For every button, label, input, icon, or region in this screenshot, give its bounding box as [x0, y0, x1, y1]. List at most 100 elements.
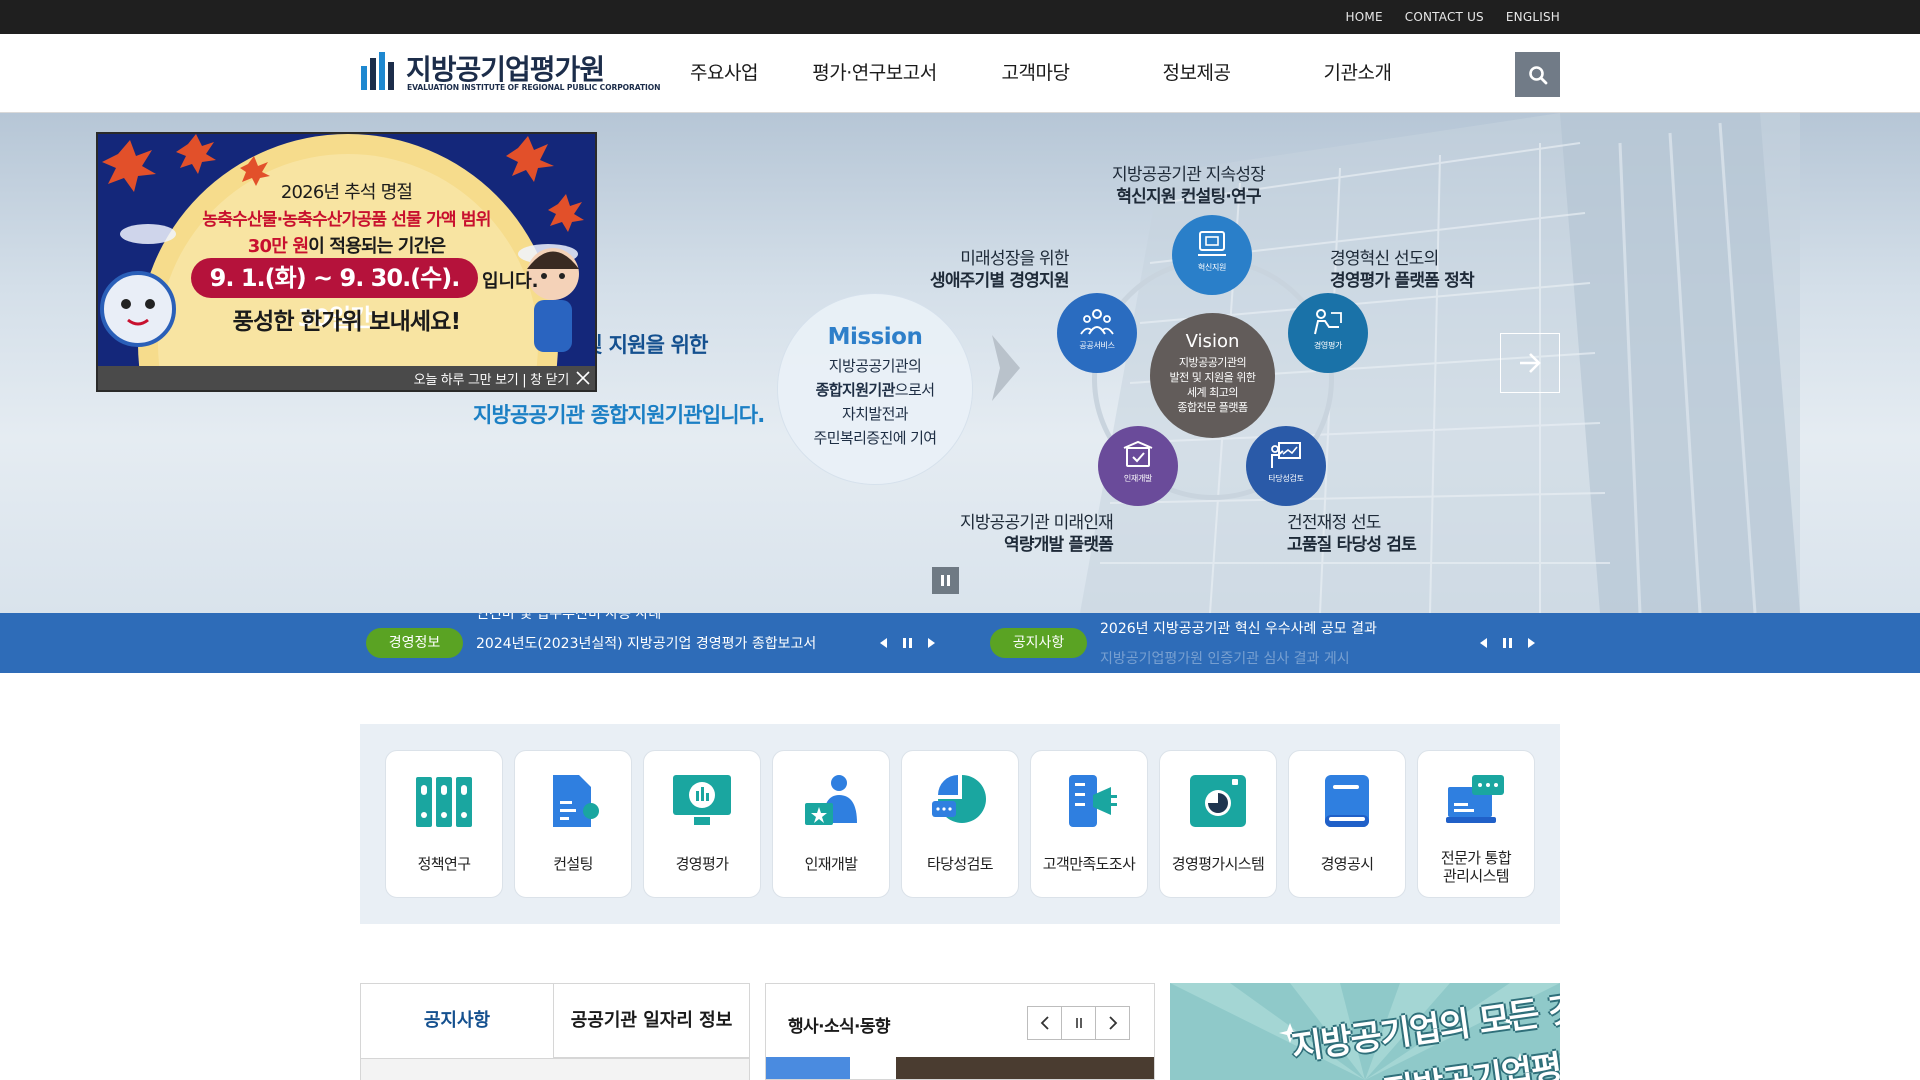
quick-expert-system[interactable]: 전문가 통합 관리시스템 [1417, 750, 1535, 898]
events-panel: 행사·소식·동향 [765, 983, 1155, 1080]
notice-badge[interactable]: 공지사항 [990, 628, 1087, 658]
management-info-badge[interactable]: 경영정보 [366, 628, 463, 658]
tab-notice[interactable]: 공지사항 [361, 984, 554, 1058]
quick-satisfaction-survey[interactable]: 고객만족도조사 [1030, 750, 1148, 898]
nav-main-business[interactable]: 주요사업 [690, 34, 794, 113]
management-info-ticker: 인건비 및 업무추진비 사용 사례 2024년도(2023년실적) 지방공기업 … [476, 613, 856, 673]
ticker-item[interactable]: 2024년도(2023년실적) 지방공기업 경영평가 종합보고서 [476, 629, 856, 659]
monitor-chart-icon [673, 775, 731, 825]
notice-ticker-controls [1480, 635, 1535, 651]
event-thumbnail[interactable] [766, 1057, 850, 1079]
popup-close-options[interactable]: 오늘 하루 그만 보기 | 창 닫기 [414, 369, 570, 388]
popup-line1: 2026년 추석 명절 [280, 182, 413, 203]
ticker-item[interactable]: 인건비 및 업무추진비 사용 사례 [476, 613, 856, 629]
prev-icon[interactable] [1480, 638, 1487, 648]
ticker-item[interactable]: 2026년 지방공공기관 혁신 우수사례 공모 결과 [1100, 614, 1480, 644]
book-icon [1325, 775, 1369, 827]
events-title: 행사·소식·동향 [788, 1017, 891, 1037]
promo-banner[interactable]: 지방공기업의 모든 것 지방공기업평가원 [1170, 983, 1560, 1080]
top-utility-bar: HOME CONTACT US ENGLISH [0, 0, 1920, 34]
phone-megaphone-icon [1069, 775, 1117, 827]
english-link[interactable]: ENGLISH [1506, 10, 1560, 24]
popup-period-suffix: 입니다. [482, 271, 539, 292]
event-thumbnail[interactable] [896, 1057, 1154, 1079]
pause-icon[interactable] [903, 638, 912, 648]
quick-consulting[interactable]: 컨설팅 [514, 750, 632, 898]
hero-intro-line3: 지방공공기관 종합지원기관입니다. [473, 403, 765, 427]
tab-public-jobs[interactable]: 공공기관 일자리 정보 [554, 984, 749, 1058]
node-innovation: 혁신지원 [1172, 215, 1252, 295]
prev-icon[interactable] [880, 638, 887, 648]
quick-menu: 정책연구 컨설팅 경영평가 인재개발 타당성검토 고객만족도조사 경영평가시스템… [360, 724, 1560, 924]
notice-list [361, 1058, 749, 1080]
node-feasibility: 타당성검토 [1246, 426, 1326, 506]
site-logo[interactable]: 지방공기업평가원 EVALUATION INSTITUTE OF REGIONA… [360, 48, 660, 98]
nav-reports[interactable]: 평가·연구보고서 [794, 34, 955, 113]
next-icon[interactable] [928, 638, 935, 648]
management-ticker-controls [880, 635, 935, 651]
hero-next-button[interactable] [1500, 333, 1560, 393]
caption-innovation: 지방공공기관 지속성장 혁신지원 컨설팅·연구 [1112, 165, 1266, 207]
tablet-pie-icon [1190, 775, 1246, 827]
laptop-chat-icon [1446, 775, 1504, 823]
search-icon [1528, 65, 1547, 84]
notice-ticker: 2026년 지방공공기관 혁신 우수사례 공모 결과 지방공기업평가원 인증기관… [1100, 613, 1480, 673]
home-link[interactable]: HOME [1346, 10, 1383, 24]
arrow-right-icon [1520, 353, 1541, 373]
site-header: 지방공기업평가원 EVALUATION INSTITUTE OF REGIONA… [0, 34, 1920, 113]
search-button[interactable] [1515, 52, 1560, 97]
quick-policy-research[interactable]: 정책연구 [385, 750, 503, 898]
quick-talent-development[interactable]: 인재개발 [772, 750, 890, 898]
vision-text: 지방공공기관의 발전 및 지원을 위한 세계 최고의 종합전문 플랫폼 [1169, 356, 1256, 414]
arrow-right-icon [992, 335, 1020, 401]
quick-evaluation[interactable]: 경영평가 [643, 750, 761, 898]
vision-title: Vision [1185, 331, 1240, 352]
binders-icon [416, 777, 472, 827]
logo-mark-icon [361, 52, 394, 90]
close-icon[interactable] [575, 370, 591, 386]
contact-us-link[interactable]: CONTACT US [1405, 10, 1484, 24]
pie-chat-icon [932, 775, 986, 823]
caption-evaluation: 경영혁신 선도의 경영평가 플랫폼 정착 [1330, 249, 1475, 291]
ticker-item[interactable]: 지방공기업평가원 인증기관 심사 결과 게시 [1100, 644, 1480, 673]
logo-subtitle: EVALUATION INSTITUTE OF REGIONAL PUBLIC … [407, 83, 661, 92]
quick-management-disclosure[interactable]: 경영공시 [1288, 750, 1406, 898]
events-controls [1027, 1006, 1130, 1040]
evaluation-icon [1314, 309, 1342, 335]
node-public-service: 공공서비스 [1057, 293, 1137, 373]
node-evaluation: 경영평가 [1288, 293, 1368, 373]
chevron-left-icon [1040, 1016, 1049, 1030]
caption-talent: 지방공공기관 미래인재 역량개발 플랫폼 [960, 513, 1114, 555]
innovation-icon [1198, 231, 1226, 256]
notice-jobs-panel: 공지사항 공공기관 일자리 정보 [360, 983, 750, 1080]
popup-line3: 30만 원이 적용되는 기간은 [247, 236, 446, 257]
person-star-icon [805, 775, 857, 825]
hero-pause-button[interactable] [932, 567, 959, 594]
events-pause-button[interactable] [1061, 1006, 1096, 1040]
popup-period-pill: 9. 1.(화) ~ 9. 30.(수). 30일간 [191, 258, 478, 332]
quick-feasibility-review[interactable]: 타당성검토 [901, 750, 1019, 898]
mission-title: Mission [827, 324, 923, 350]
caption-feasibility: 건전재정 선도 고품질 타당성 검토 [1287, 513, 1417, 555]
pause-icon[interactable] [1503, 638, 1512, 648]
nav-information[interactable]: 정보제공 [1116, 34, 1277, 113]
events-prev-button[interactable] [1027, 1006, 1062, 1040]
vision-circle: Vision 지방공공기관의 발전 및 지원을 위한 세계 최고의 종합전문 플… [1150, 313, 1275, 438]
quick-evaluation-system[interactable]: 경영평가시스템 [1159, 750, 1277, 898]
chevron-right-icon [1108, 1016, 1117, 1030]
mission-text: 지방공공기관의 종합지원기관으로서 자치발전과 주민복리증진에 기여 [813, 357, 938, 447]
certificate-icon [1123, 440, 1153, 467]
mission-circle: Mission 지방공공기관의 종합지원기관으로서 자치발전과 주민복리증진에 … [778, 294, 972, 484]
pause-icon [1075, 1018, 1082, 1028]
document-icon [553, 775, 599, 827]
nav-customer[interactable]: 고객마당 [955, 34, 1116, 113]
popup-footer: 오늘 하루 그만 보기 | 창 닫기 [98, 366, 595, 390]
people-icon [1080, 309, 1114, 335]
next-icon[interactable] [1528, 638, 1535, 648]
popup-line2: 농축수산물·농축수산가공품 선물 가액 범위 [202, 210, 491, 230]
popup-greeting: 풍성한 한가위 보내세요! [232, 309, 462, 335]
notice-strip: 경영정보 인건비 및 업무추진비 사용 사례 2024년도(2023년실적) 지… [0, 613, 1920, 673]
utility-links: HOME CONTACT US ENGLISH [1346, 0, 1560, 34]
nav-about[interactable]: 기관소개 [1277, 34, 1438, 113]
events-next-button[interactable] [1095, 1006, 1130, 1040]
